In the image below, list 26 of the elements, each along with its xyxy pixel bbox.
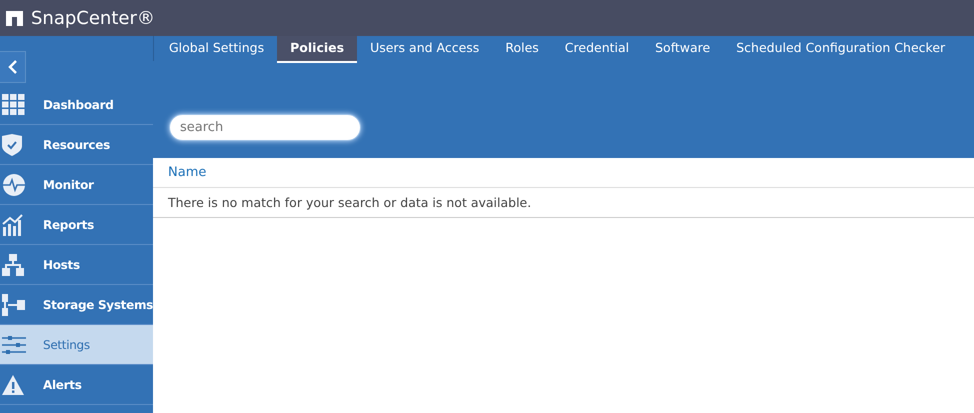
- app-title: SnapCenter®: [31, 8, 155, 28]
- bar-chart-icon: [2, 214, 24, 236]
- tab[interactable]: Users and Access: [357, 36, 492, 61]
- search-field[interactable]: search: [169, 114, 361, 141]
- tab[interactable]: Global Settings: [156, 36, 278, 61]
- chevron-left-icon: [8, 60, 18, 74]
- nav-item[interactable]: Monitor: [0, 165, 153, 205]
- nav-item[interactable]: Reports: [0, 205, 153, 245]
- logo-icon: [6, 10, 23, 26]
- tab[interactable]: Roles: [492, 36, 552, 61]
- tab[interactable]: Credential: [552, 36, 642, 61]
- nav-item[interactable]: Resources: [0, 125, 153, 165]
- network-icon: [2, 254, 24, 276]
- storage-icon: [2, 294, 26, 316]
- collapse-button[interactable]: [0, 50, 26, 82]
- nav-item[interactable]: Dashboard: [0, 85, 153, 125]
- nav-item[interactable]: Alerts: [0, 365, 153, 405]
- sliders-icon: [2, 336, 26, 354]
- tab[interactable]: Policies: [277, 36, 358, 63]
- column-header[interactable]: Name: [168, 165, 206, 180]
- empty-message: There is no match for your search or data is not available.: [168, 195, 532, 210]
- nav-item[interactable]: Settings: [0, 325, 153, 365]
- nav-item[interactable]: Hosts: [0, 245, 153, 285]
- tab[interactable]: Software: [642, 36, 724, 61]
- grid-icon: [2, 94, 26, 116]
- tab[interactable]: Scheduled Configuration Checker: [723, 36, 958, 61]
